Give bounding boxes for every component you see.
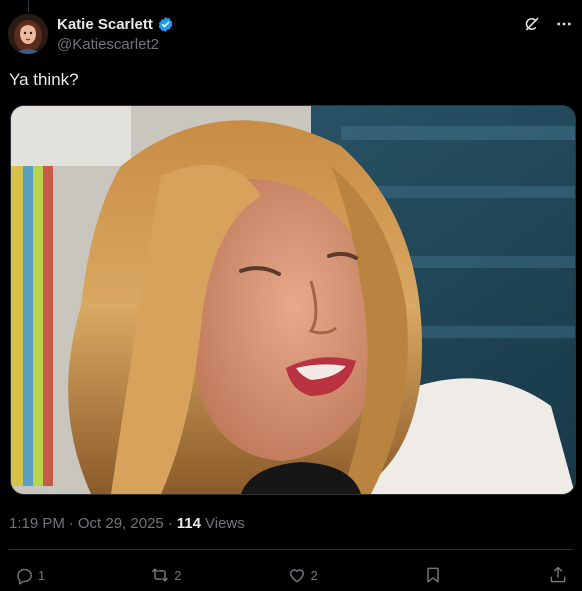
- author-handle[interactable]: @Katiescarlet2: [57, 36, 159, 53]
- views-count: 114: [176, 515, 201, 532]
- post-media[interactable]: [10, 105, 576, 495]
- like-button[interactable]: 2: [287, 565, 318, 585]
- author-name-row[interactable]: Katie Scarlett: [57, 16, 174, 33]
- post-meta: 1:19 PM · Oct 29, 2025 · 114 Views: [9, 515, 245, 532]
- post-time[interactable]: 1:19 PM: [9, 515, 65, 532]
- repost-icon: [150, 565, 170, 585]
- author-display-name[interactable]: Katie Scarlett: [57, 16, 153, 33]
- post-text: Ya think?: [9, 70, 79, 89]
- avatar-image: [8, 14, 48, 54]
- reply-button[interactable]: 1: [14, 565, 45, 585]
- avatar[interactable]: [8, 14, 48, 54]
- thread-connector-line: [28, 0, 29, 12]
- reply-count: 1: [38, 567, 46, 583]
- header-actions: [522, 14, 574, 34]
- repost-count: 2: [174, 567, 182, 583]
- divider: [9, 549, 573, 550]
- repost-button[interactable]: 2: [150, 565, 182, 585]
- bookmark-icon: [423, 565, 443, 585]
- media-image: [11, 106, 575, 494]
- verified-badge-icon: [157, 16, 174, 33]
- post-date[interactable]: Oct 29, 2025: [78, 515, 164, 532]
- meta-separator-views: ·: [167, 515, 173, 532]
- grok-icon[interactable]: [522, 14, 542, 34]
- meta-separator: ·: [68, 515, 74, 532]
- more-icon[interactable]: [554, 14, 574, 34]
- heart-icon: [287, 565, 307, 585]
- bookmark-button[interactable]: [423, 565, 443, 585]
- views-label: Views: [204, 515, 245, 532]
- action-bar: 1 2 2: [14, 562, 568, 588]
- share-icon: [548, 565, 568, 585]
- reply-icon: [14, 565, 34, 585]
- like-count: 2: [310, 567, 318, 583]
- share-button[interactable]: [548, 565, 568, 585]
